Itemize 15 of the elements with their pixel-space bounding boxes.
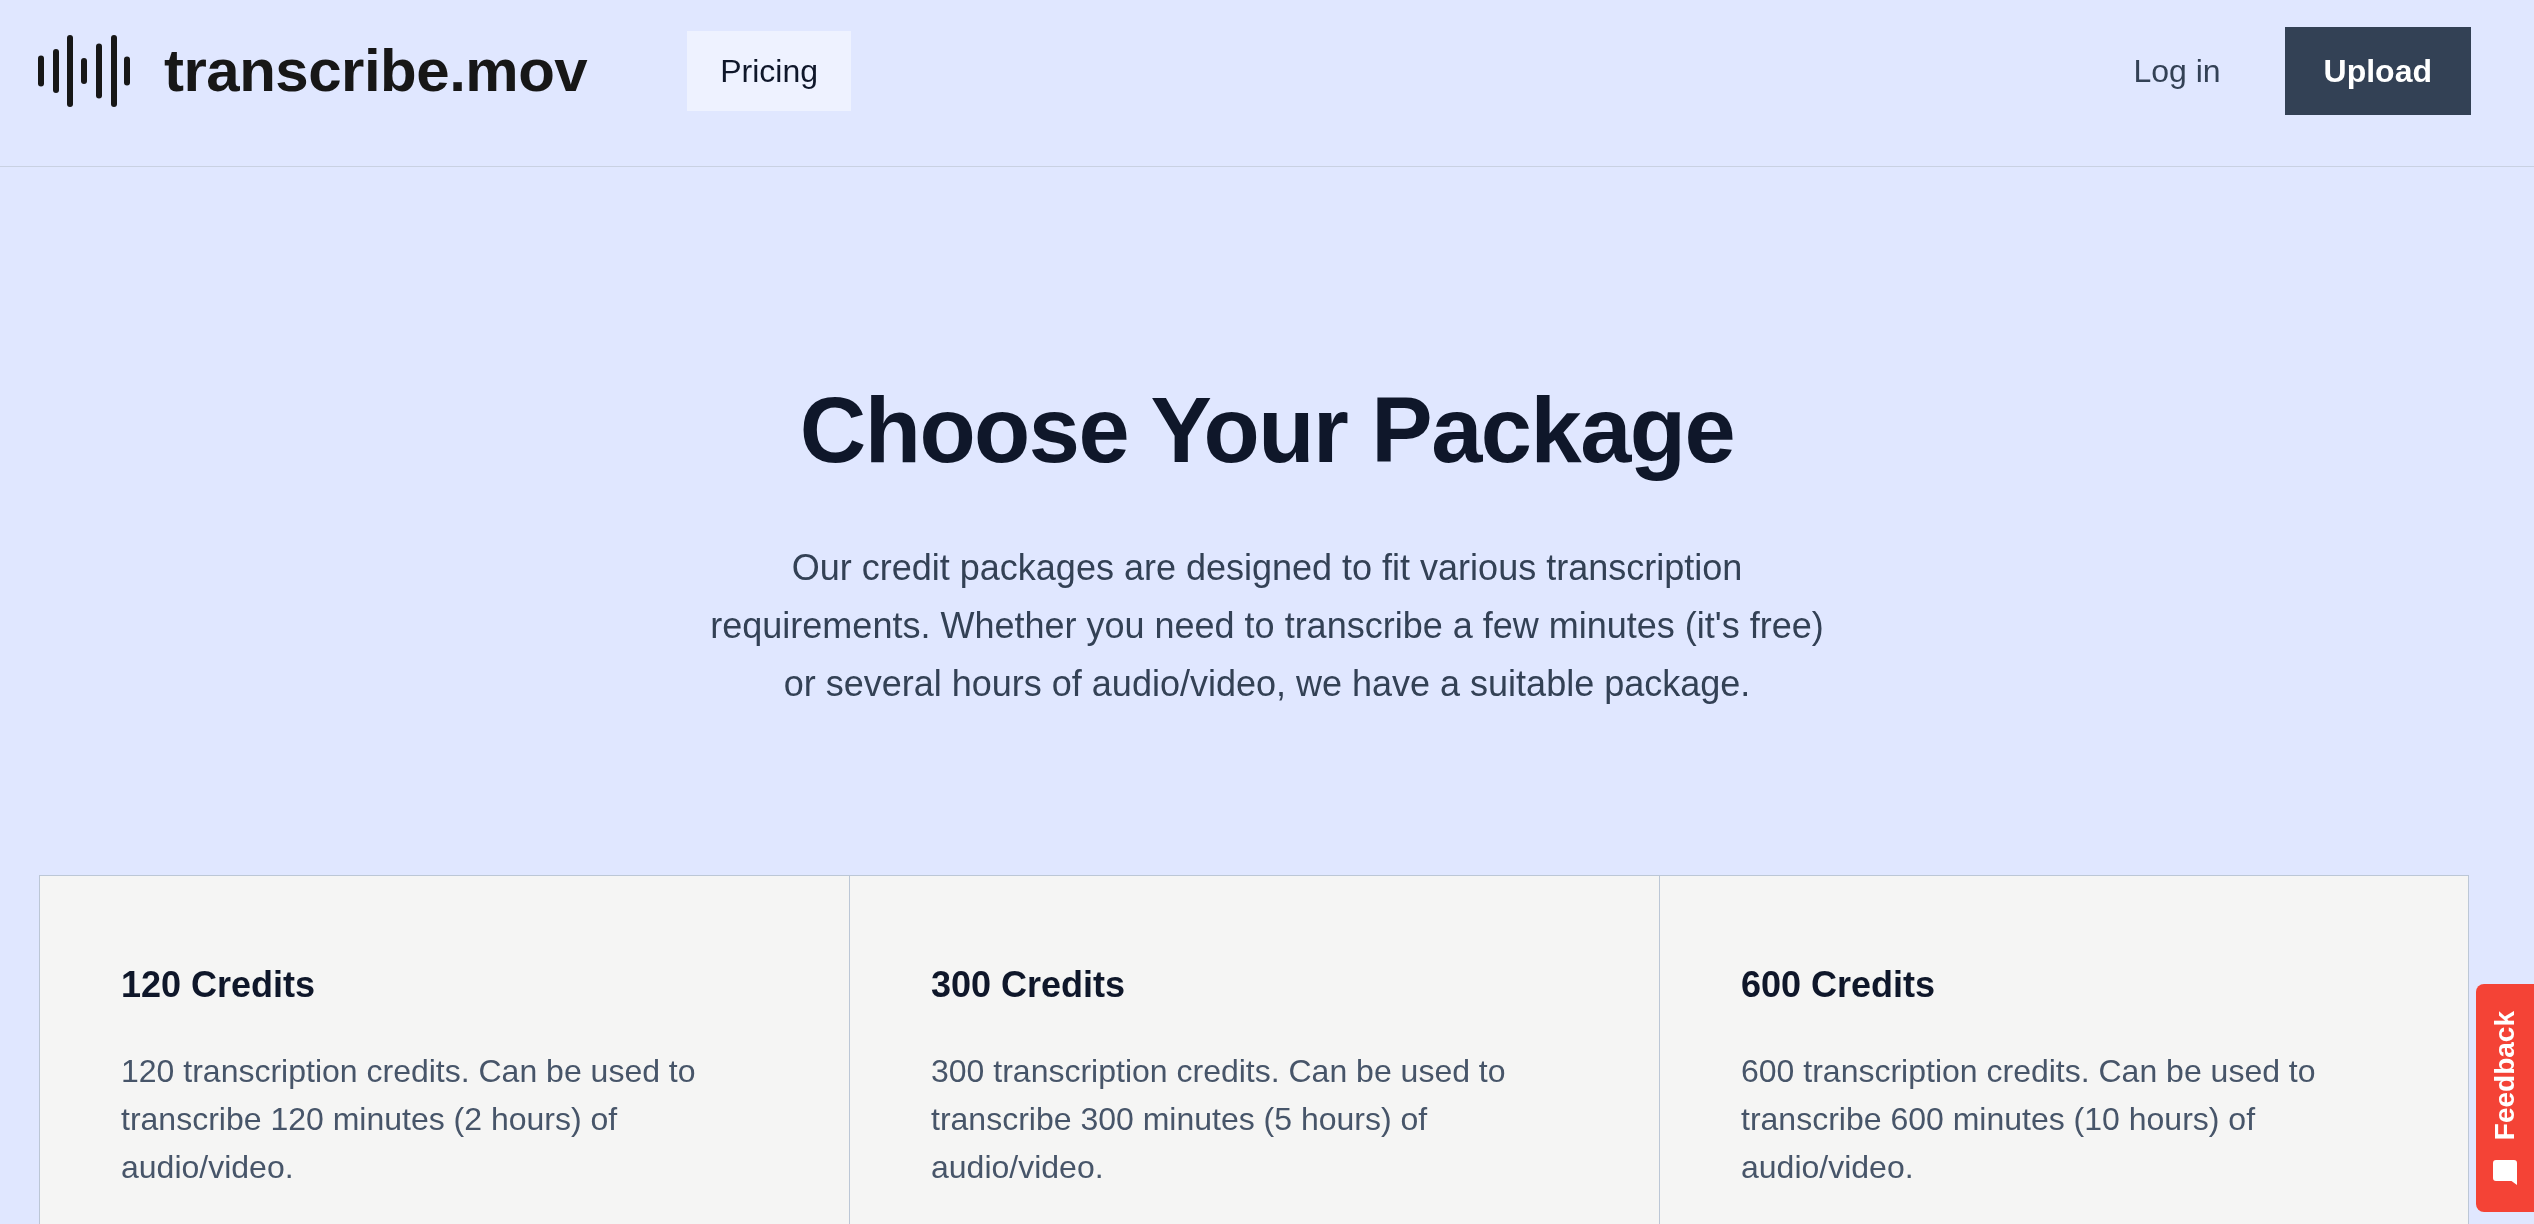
waveform-icon [38, 35, 130, 107]
package-title: 120 Credits [121, 963, 317, 1008]
package-description: 600 transcription credits. Can be used to transcribe 600 minutes (10 hours) of audio/video. [1741, 1052, 2317, 1188]
package-title: 600 Credits [1741, 963, 1937, 1008]
login-link[interactable]: Log in [2133, 52, 2221, 90]
site-name[interactable]: transcribe.mov [164, 41, 588, 101]
page-title: Choose Your Package [799, 378, 1735, 483]
nav-link[interactable]: Pricing [687, 31, 851, 111]
package-description: 120 transcription credits. Can be used to transcribe 120 minutes (2 hours) of audio/video. [121, 1052, 697, 1188]
package-description: 300 transcription credits. Can be used to transcribe 300 minutes (5 hours) of audio/video. [931, 1052, 1507, 1188]
upload-button[interactable]: Upload [2284, 27, 2471, 115]
speech-bubble-icon [2493, 1160, 2517, 1186]
intro-text: Our credit packages are designed to fit various transcription requirements. Whether you need to transcribe a few minutes (it's free) or several hours of audio/video, we have a suitable package. [709, 546, 1825, 707]
package-title: 300 Credits [931, 963, 1127, 1008]
feedback-button[interactable]: Feedback [2476, 984, 2534, 1212]
